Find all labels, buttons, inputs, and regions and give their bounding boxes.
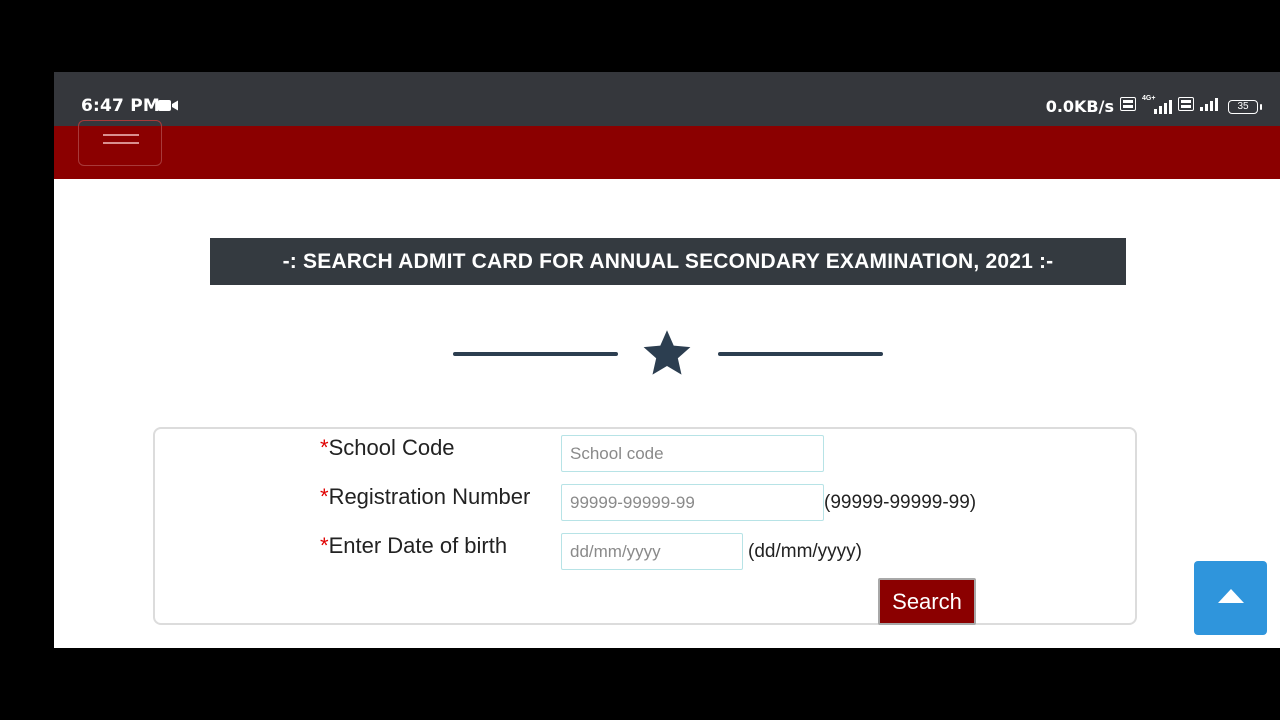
admit-card-search-form: *School Code *Registration Number (99999… (153, 427, 1137, 625)
battery-level: 35 (1237, 101, 1249, 112)
video-camera-icon (158, 99, 178, 117)
phone-screen: 6:47 PM 0.0KB/s 4G+ 35 -: SEARCH ADMIT C… (54, 72, 1280, 648)
signal-4g-icon: 4G+ (1142, 95, 1172, 115)
search-button[interactable]: Search (878, 578, 976, 625)
date-of-birth-input[interactable] (561, 533, 743, 570)
star-icon (641, 327, 693, 384)
signal-icon (1200, 96, 1222, 117)
status-bar: 6:47 PM 0.0KB/s 4G+ 35 (54, 72, 1280, 126)
top-navbar (54, 120, 1280, 179)
hamburger-bar-1 (103, 134, 139, 136)
registration-number-input[interactable] (561, 484, 824, 521)
required-mark: * (320, 484, 329, 509)
hamburger-icon[interactable] (78, 120, 162, 166)
school-code-label-text: School Code (328, 435, 455, 460)
status-right: 0.0KB/s 4G+ 35 (1045, 95, 1262, 117)
school-code-label: *School Code (320, 435, 455, 461)
volte-icon-2 (1178, 97, 1194, 116)
school-code-input[interactable] (561, 435, 824, 472)
required-mark: * (320, 435, 329, 460)
registration-format-hint: (99999-99999-99) (824, 492, 977, 513)
divider-line-right (718, 352, 883, 356)
dob-format-hint: (dd/mm/yyyy) (748, 541, 862, 562)
registration-number-label: *Registration Number (320, 484, 530, 510)
net-speed: 0.0KB/s (1045, 97, 1114, 116)
dob-label-text: Enter Date of birth (328, 533, 508, 558)
page-title: -: SEARCH ADMIT CARD FOR ANNUAL SECONDAR… (210, 238, 1126, 285)
scroll-to-top-button[interactable] (1194, 561, 1267, 635)
volte-icon (1120, 97, 1136, 116)
date-of-birth-label: *Enter Date of birth (320, 533, 507, 559)
caret-up-icon (1217, 588, 1244, 608)
required-mark: * (320, 533, 329, 558)
status-time: 6:47 PM (81, 96, 160, 116)
hamburger-bar-2 (103, 142, 139, 144)
battery-icon: 35 (1228, 99, 1262, 114)
registration-label-text: Registration Number (328, 484, 531, 509)
divider-line-left (453, 352, 618, 356)
